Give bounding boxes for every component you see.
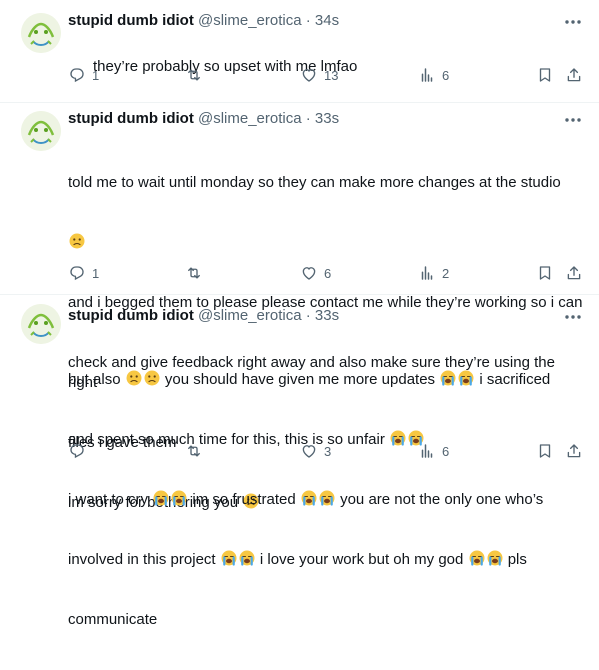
- tweet-header: stupid dumb idiot @slime_erotica · 34s: [68, 12, 339, 29]
- tweet-feed: stupid dumb idiot @slime_erotica · 34s t…: [0, 0, 599, 628]
- retweet-button[interactable]: [185, 263, 209, 283]
- more-icon[interactable]: [563, 307, 583, 327]
- views-icon: [421, 266, 433, 280]
- views-icon: [421, 444, 433, 458]
- retweet-icon: [188, 445, 200, 457]
- display-name[interactable]: stupid dumb idiot: [68, 307, 194, 324]
- like-button[interactable]: 13: [300, 65, 338, 85]
- username[interactable]: @slime_erotica: [198, 110, 302, 127]
- view-count: 6: [442, 67, 450, 83]
- views-icon: [421, 68, 433, 82]
- tweet-header: stupid dumb idiot @slime_erotica · 33s: [68, 307, 339, 324]
- reply-count: 1: [92, 265, 100, 281]
- loudly-crying-face-emoji: [153, 490, 170, 506]
- views-button[interactable]: 2: [418, 263, 449, 283]
- loudly-crying-face-emoji: [318, 490, 335, 506]
- reply-icon: [70, 266, 84, 280]
- username[interactable]: @slime_erotica: [198, 307, 302, 324]
- bookmark-icon: [539, 68, 551, 82]
- worried-face-emoji: [143, 370, 160, 386]
- loudly-crying-face-emoji: [440, 370, 457, 386]
- view-count: 2: [442, 265, 450, 281]
- heart-icon: [302, 445, 316, 458]
- separator-dot: ·: [305, 110, 311, 127]
- tweet-actions: 1 13 6: [68, 65, 588, 85]
- reply-button[interactable]: 1: [68, 263, 99, 283]
- loudly-crying-face-emoji: [220, 550, 237, 566]
- username[interactable]: @slime_erotica: [198, 12, 302, 29]
- tweet-line: i want to cry im so frustrated you are n…: [68, 490, 544, 508]
- reply-count: 1: [92, 67, 100, 83]
- loudly-crying-face-emoji: [458, 370, 475, 386]
- bookmark-icon: [539, 266, 551, 280]
- retweet-button[interactable]: [185, 441, 209, 461]
- share-icon: [567, 444, 581, 458]
- tweet-actions: 1 6 2: [68, 263, 588, 283]
- reply-button[interactable]: 1: [68, 65, 99, 85]
- view-count: 6: [442, 443, 450, 459]
- bookmark-button[interactable]: [536, 263, 554, 283]
- reply-icon: [70, 444, 84, 458]
- share-icon: [567, 68, 581, 82]
- timestamp[interactable]: 33s: [315, 307, 339, 324]
- avatar[interactable]: [21, 13, 61, 53]
- loudly-crying-face-emoji: [238, 550, 255, 566]
- share-button[interactable]: [565, 65, 583, 85]
- retweet-icon: [188, 267, 200, 279]
- worried-face-emoji: [69, 233, 85, 249]
- tweet-line: involved in this project i love your wor…: [68, 550, 527, 568]
- timestamp[interactable]: 34s: [315, 12, 339, 29]
- separator-dot: ·: [305, 12, 311, 29]
- tweet-text: but also you should have given me more u…: [68, 330, 588, 670]
- more-icon[interactable]: [563, 12, 583, 32]
- like-button[interactable]: 6: [300, 263, 331, 283]
- retweet-button[interactable]: [185, 65, 209, 85]
- tweet-line: told me to wait until monday so they can…: [68, 174, 561, 191]
- reply-icon: [70, 68, 84, 82]
- loudly-crying-face-emoji: [171, 490, 188, 506]
- views-button[interactable]: 6: [418, 441, 449, 461]
- tweet[interactable]: stupid dumb idiot @slime_erotica · 34s t…: [0, 0, 599, 103]
- share-icon: [567, 266, 581, 280]
- share-button[interactable]: [565, 441, 583, 461]
- heart-icon: [302, 69, 316, 82]
- loudly-crying-face-emoji: [300, 490, 317, 506]
- heart-icon: [302, 267, 316, 280]
- avatar[interactable]: [21, 304, 61, 344]
- tweet-line: but also you should have given me more u…: [68, 370, 551, 388]
- more-icon[interactable]: [563, 110, 583, 130]
- like-count: 13: [324, 67, 339, 83]
- tweet-actions: 3 6: [68, 441, 588, 461]
- tweet-header: stupid dumb idiot @slime_erotica · 33s: [68, 110, 339, 127]
- bookmark-button[interactable]: [536, 441, 554, 461]
- like-count: 6: [324, 265, 332, 281]
- loudly-crying-face-emoji: [486, 550, 503, 566]
- tweet-line: [68, 233, 588, 253]
- timestamp[interactable]: 33s: [315, 110, 339, 127]
- share-button[interactable]: [565, 263, 583, 283]
- separator-dot: ·: [305, 307, 311, 324]
- avatar[interactable]: [21, 111, 61, 151]
- like-button[interactable]: 3: [300, 441, 331, 461]
- retweet-icon: [188, 69, 200, 81]
- loudly-crying-face-emoji: [468, 550, 485, 566]
- tweet[interactable]: stupid dumb idiot @slime_erotica · 33s b…: [0, 295, 599, 628]
- display-name[interactable]: stupid dumb idiot: [68, 12, 194, 29]
- tweet[interactable]: stupid dumb idiot @slime_erotica · 33s t…: [0, 103, 599, 511]
- worried-face-emoji: [125, 370, 142, 386]
- reply-button[interactable]: [68, 441, 92, 461]
- display-name[interactable]: stupid dumb idiot: [68, 110, 194, 127]
- like-count: 3: [324, 443, 332, 459]
- bookmark-button[interactable]: [536, 65, 554, 85]
- views-button[interactable]: 6: [418, 65, 449, 85]
- bookmark-icon: [539, 444, 551, 458]
- tweet-line: communicate: [68, 611, 158, 628]
